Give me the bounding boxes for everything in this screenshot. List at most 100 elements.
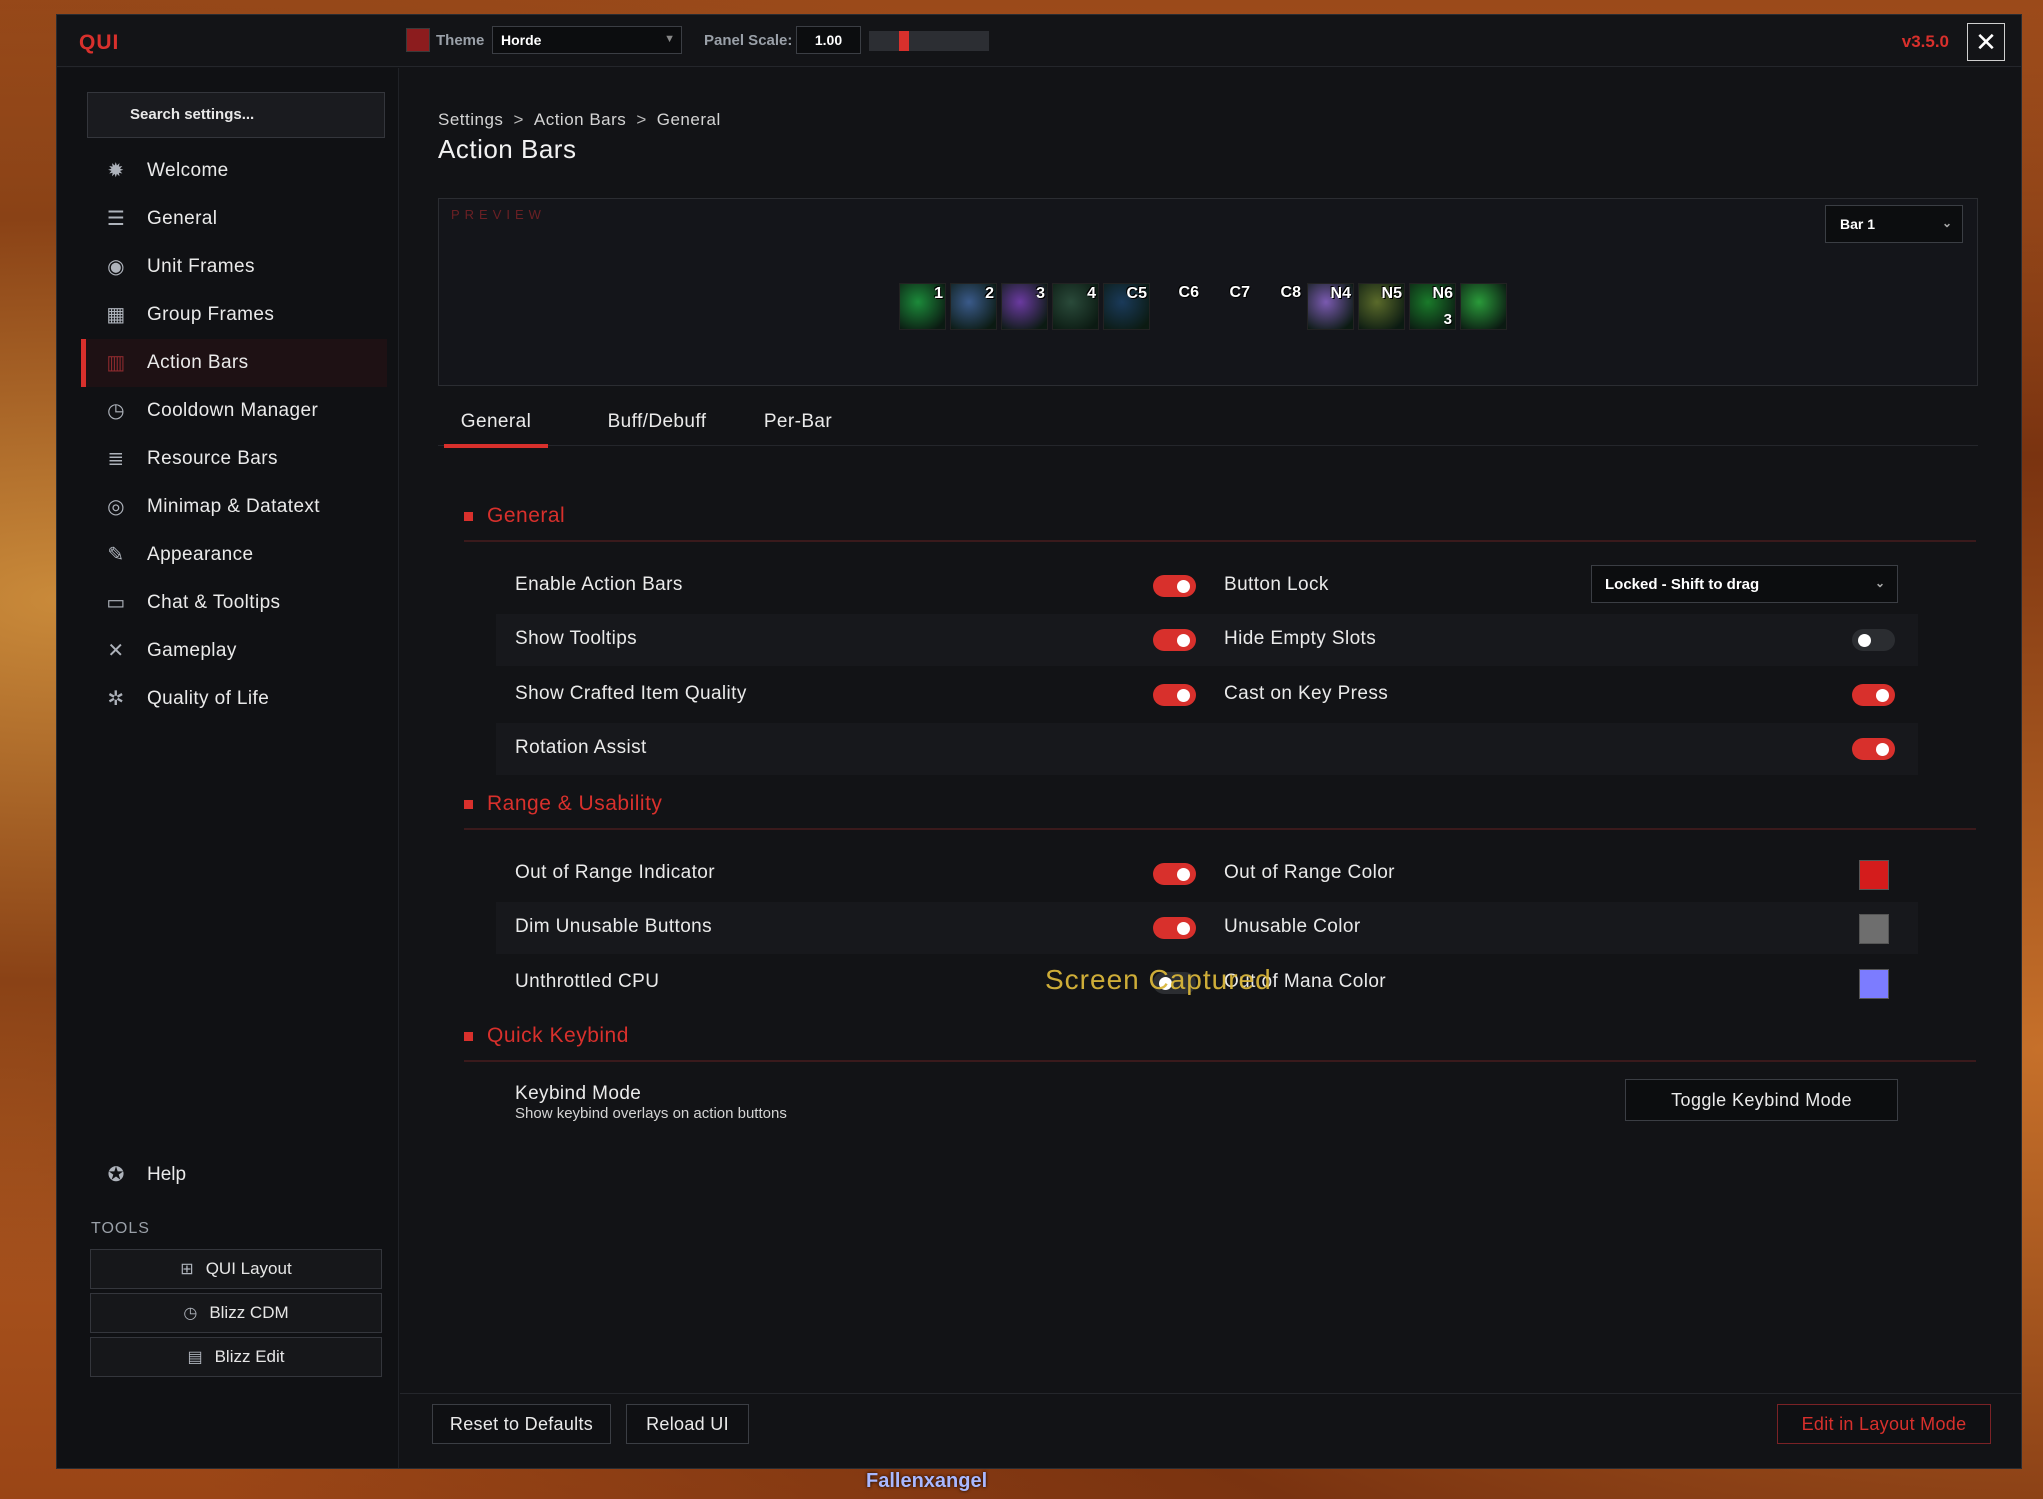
sidebar-item-general[interactable]: ☰ General: [85, 195, 387, 243]
setting-label: Button Lock: [1224, 574, 1329, 595]
tab-bar: General Buff/Debuff Per-Bar: [438, 404, 1978, 448]
bar-dropdown-value: Bar 1: [1840, 216, 1876, 232]
section-title-keybind: Quick Keybind: [487, 1024, 629, 1047]
rotation-assist-toggle[interactable]: [1852, 738, 1895, 760]
help-link[interactable]: ✪ Help: [103, 1162, 186, 1187]
help-label: Help: [147, 1163, 187, 1185]
action-slot[interactable]: 4: [1052, 283, 1099, 330]
action-slot[interactable]: C8: [1256, 283, 1303, 330]
dim-unusable-buttons-toggle[interactable]: [1153, 917, 1196, 939]
action-slot[interactable]: 2: [950, 283, 997, 330]
screen-captured-overlay: Screen Captured: [1045, 964, 1272, 995]
theme-color-swatch[interactable]: [406, 28, 430, 52]
swords-icon: ✕: [107, 640, 125, 662]
bar-dropdown[interactable]: Bar 1 ⌄: [1825, 205, 1963, 243]
sidebar-item-action-bars[interactable]: ▥ Action Bars: [81, 339, 387, 387]
action-slot[interactable]: C7: [1205, 283, 1252, 330]
action-slot[interactable]: C5: [1103, 283, 1150, 330]
chevron-down-icon: ▼: [664, 33, 675, 45]
toggle-knob: [1876, 689, 1889, 702]
blizz-edit-button[interactable]: ▤ Blizz Edit: [90, 1337, 382, 1377]
sidebar-item-appearance[interactable]: ✎ Appearance: [85, 531, 387, 579]
out-of-range-indicator-toggle[interactable]: [1153, 863, 1196, 885]
top-bar: QUI Theme Horde ▼ Panel Scale: 1.00 v3.5.…: [57, 15, 2021, 67]
sidebar-item-unit-frames[interactable]: ◉ Unit Frames: [85, 243, 387, 291]
out-of-mana-color-swatch[interactable]: [1859, 969, 1889, 999]
action-slot[interactable]: [1460, 283, 1507, 330]
reload-ui-button[interactable]: Reload UI: [626, 1404, 749, 1444]
toggle-knob: [1177, 922, 1190, 935]
preview-label: PREVIEW: [451, 207, 546, 222]
tab-per-bar[interactable]: Per-Bar: [754, 404, 842, 446]
sidebar-item-resource-bars[interactable]: ≣ Resource Bars: [85, 435, 387, 483]
setting-row: Show Tooltips Hide Empty Slots: [496, 614, 1918, 666]
setting-description: Show keybind overlays on action buttons: [515, 1105, 787, 1122]
group-icon: ▦: [106, 304, 126, 326]
main-content: Settings > Action Bars > General Action Bars…: [400, 68, 2021, 1468]
slot-keybind: C6: [1178, 284, 1199, 301]
search-input[interactable]: Search settings...: [87, 92, 385, 138]
sidebar-item-welcome[interactable]: ✹ Welcome: [85, 147, 387, 195]
theme-value: Horde: [501, 32, 542, 48]
sidebar-nav: ✹ Welcome ☰ General ◉ Unit Frames ▦ Group Frame…: [81, 147, 387, 723]
slot-keybind: C5: [1126, 285, 1147, 302]
tab-general[interactable]: General: [444, 404, 548, 448]
toggle-knob: [1177, 634, 1190, 647]
version-label: v3.5.0: [1901, 32, 1949, 51]
breadcrumb-item[interactable]: Settings: [438, 110, 503, 129]
unusable-color-swatch[interactable]: [1859, 914, 1889, 944]
action-slot[interactable]: N5: [1358, 283, 1405, 330]
show-tooltips-toggle[interactable]: [1153, 629, 1196, 651]
theme-dropdown[interactable]: Horde ▼: [492, 26, 682, 54]
show-crafted-item-quality-toggle[interactable]: [1153, 684, 1196, 706]
sidebar-item-gameplay[interactable]: ✕ Gameplay: [85, 627, 387, 675]
sidebar-item-chat-tooltips[interactable]: ▭ Chat & Tooltips: [85, 579, 387, 627]
breadcrumb-item[interactable]: Action Bars: [534, 110, 626, 129]
panel-scale-slider[interactable]: [869, 31, 989, 51]
page-title: Action Bars: [438, 134, 577, 164]
tab-buff-debuff[interactable]: Buff/Debuff: [592, 404, 722, 446]
blizz-cdm-label: Blizz CDM: [209, 1303, 289, 1322]
sidebar-item-label: Appearance: [147, 544, 254, 565]
sidebar-item-cooldown-manager[interactable]: ◷ Cooldown Manager: [85, 387, 387, 435]
setting-row: Keybind Mode Show keybind overlays on ac…: [496, 1075, 1918, 1135]
action-slot[interactable]: C6: [1154, 283, 1201, 330]
slot-keybind: 3: [1036, 285, 1045, 302]
clock-icon: ◷: [107, 400, 125, 422]
setting-label: Rotation Assist: [515, 737, 647, 758]
action-slot[interactable]: 1: [899, 283, 946, 330]
slot-count: 3: [1443, 311, 1452, 328]
slot-keybind: N4: [1330, 285, 1351, 302]
sidebar-item-quality-of-life[interactable]: ✲ Quality of Life: [85, 675, 387, 723]
breadcrumb-separator: >: [636, 110, 647, 129]
cast-on-key-press-toggle[interactable]: [1852, 684, 1895, 706]
reset-defaults-button[interactable]: Reset to Defaults: [432, 1404, 611, 1444]
close-button[interactable]: ✕: [1967, 23, 2005, 61]
action-slot[interactable]: 3: [1001, 283, 1048, 330]
hide-empty-slots-toggle[interactable]: [1852, 629, 1895, 651]
brush-icon: ✎: [107, 544, 125, 566]
out-of-range-color-swatch[interactable]: [1859, 860, 1889, 890]
compass-icon: ✹: [107, 160, 125, 182]
panel-scale-input[interactable]: 1.00: [796, 26, 861, 54]
setting-label: Enable Action Bars: [515, 574, 683, 595]
slot-keybind: N6: [1432, 285, 1453, 302]
sidebar-item-minimap-datatext[interactable]: ◎ Minimap & Datatext: [85, 483, 387, 531]
slot-keybind: C8: [1280, 284, 1301, 301]
qui-layout-button[interactable]: ⊞ QUI Layout: [90, 1249, 382, 1289]
button-lock-dropdown[interactable]: Locked - Shift to drag ⌄: [1591, 565, 1898, 603]
slider-thumb[interactable]: [899, 31, 909, 51]
slot-keybind: N5: [1381, 285, 1402, 302]
qui-layout-label: QUI Layout: [205, 1259, 292, 1278]
toggle-keybind-mode-button[interactable]: Toggle Keybind Mode: [1625, 1079, 1898, 1121]
action-slot[interactable]: N6 3: [1409, 283, 1456, 330]
setting-label: Out of Range Indicator: [515, 862, 715, 883]
edit-layout-mode-button[interactable]: Edit in Layout Mode: [1777, 1404, 1991, 1444]
sidebar-item-group-frames[interactable]: ▦ Group Frames: [85, 291, 387, 339]
breadcrumb: Settings > Action Bars > General: [438, 110, 721, 130]
action-slot[interactable]: N4: [1307, 283, 1354, 330]
enable-action-bars-toggle[interactable]: [1153, 575, 1196, 597]
sidebar-item-label: Group Frames: [147, 304, 275, 325]
blizz-cdm-button[interactable]: ◷ Blizz CDM: [90, 1293, 382, 1333]
toggle-knob: [1177, 580, 1190, 593]
